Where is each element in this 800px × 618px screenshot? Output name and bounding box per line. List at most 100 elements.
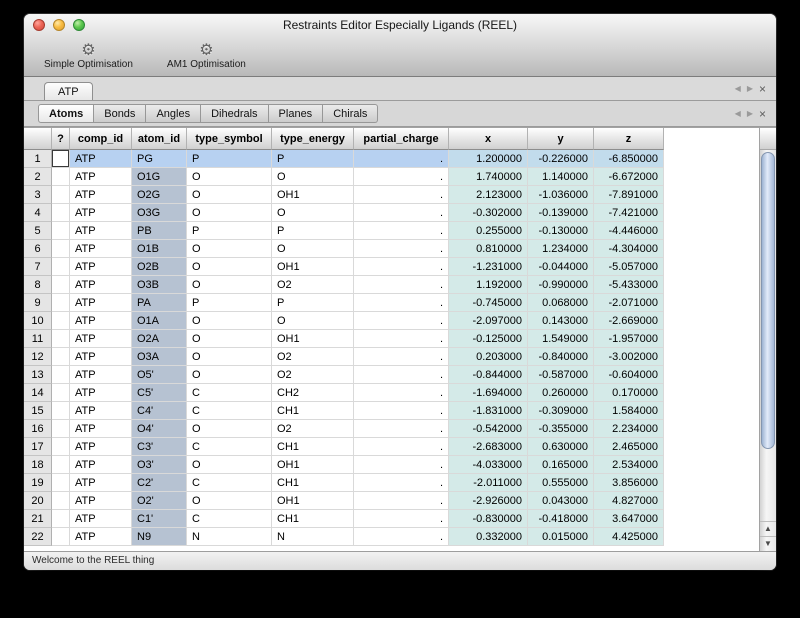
- cell-comp_id[interactable]: ATP: [70, 186, 132, 204]
- row-number[interactable]: 18: [24, 456, 52, 474]
- column-header-partial_charge[interactable]: partial_charge: [354, 128, 449, 150]
- cell-flag[interactable]: [52, 294, 70, 312]
- cell-flag[interactable]: [52, 330, 70, 348]
- cell-atom_id[interactable]: PB: [132, 222, 187, 240]
- cell-x[interactable]: 1.192000: [449, 276, 528, 294]
- cell-atom_id[interactable]: N9: [132, 528, 187, 546]
- cell-partial_charge[interactable]: .: [354, 492, 449, 510]
- cell-atom_id[interactable]: O2A: [132, 330, 187, 348]
- tab-scroll-right-icon[interactable]: ▶: [747, 109, 753, 119]
- cell-flag[interactable]: [52, 150, 70, 168]
- cell-type_symbol[interactable]: P: [187, 294, 272, 312]
- row-number[interactable]: 2: [24, 168, 52, 186]
- tab-scroll-right-icon[interactable]: ▶: [747, 84, 753, 94]
- cell-comp_id[interactable]: ATP: [70, 438, 132, 456]
- am1-optimisation-button[interactable]: ⚙ AM1 Optimisation: [159, 41, 254, 72]
- cell-type_symbol[interactable]: C: [187, 384, 272, 402]
- cell-atom_id[interactable]: O1A: [132, 312, 187, 330]
- cell-y[interactable]: 0.630000: [528, 438, 594, 456]
- row-number[interactable]: 16: [24, 420, 52, 438]
- scroll-up-icon[interactable]: ▲: [760, 521, 776, 536]
- row-number[interactable]: 15: [24, 402, 52, 420]
- cell-atom_id[interactable]: PA: [132, 294, 187, 312]
- cell-x[interactable]: -2.097000: [449, 312, 528, 330]
- cell-type_energy[interactable]: O: [272, 204, 354, 222]
- cell-type_energy[interactable]: OH1: [272, 330, 354, 348]
- cell-atom_id[interactable]: C1': [132, 510, 187, 528]
- cell-flag[interactable]: [52, 420, 70, 438]
- cell-partial_charge[interactable]: .: [354, 186, 449, 204]
- cell-type_symbol[interactable]: P: [187, 150, 272, 168]
- cell-atom_id[interactable]: O2B: [132, 258, 187, 276]
- cell-atom_id[interactable]: C2': [132, 474, 187, 492]
- cell-y[interactable]: -0.418000: [528, 510, 594, 528]
- cell-partial_charge[interactable]: .: [354, 402, 449, 420]
- cell-y[interactable]: -0.226000: [528, 150, 594, 168]
- column-header-y[interactable]: y: [528, 128, 594, 150]
- cell-y[interactable]: 0.143000: [528, 312, 594, 330]
- cell-type_energy[interactable]: OH1: [272, 492, 354, 510]
- cell-comp_id[interactable]: ATP: [70, 312, 132, 330]
- cell-x[interactable]: -2.683000: [449, 438, 528, 456]
- cell-type_energy[interactable]: OH1: [272, 258, 354, 276]
- scrollbar-thumb[interactable]: [761, 152, 775, 449]
- cell-y[interactable]: 0.165000: [528, 456, 594, 474]
- cell-flag[interactable]: [52, 438, 70, 456]
- cell-y[interactable]: 0.043000: [528, 492, 594, 510]
- cell-x[interactable]: -0.542000: [449, 420, 528, 438]
- cell-atom_id[interactable]: O1G: [132, 168, 187, 186]
- cell-partial_charge[interactable]: .: [354, 276, 449, 294]
- cell-atom_id[interactable]: PG: [132, 150, 187, 168]
- row-number[interactable]: 17: [24, 438, 52, 456]
- tab-atp[interactable]: ATP: [44, 82, 93, 100]
- cell-comp_id[interactable]: ATP: [70, 330, 132, 348]
- row-number[interactable]: 5: [24, 222, 52, 240]
- cell-type_symbol[interactable]: O: [187, 258, 272, 276]
- cell-partial_charge[interactable]: .: [354, 240, 449, 258]
- cell-flag[interactable]: [52, 276, 70, 294]
- cell-x[interactable]: -1.231000: [449, 258, 528, 276]
- cell-flag[interactable]: [52, 510, 70, 528]
- tab-angles[interactable]: Angles: [146, 104, 201, 123]
- cell-type_energy[interactable]: CH1: [272, 402, 354, 420]
- cell-x[interactable]: -2.926000: [449, 492, 528, 510]
- cell-type_symbol[interactable]: O: [187, 492, 272, 510]
- simple-optimisation-button[interactable]: ⚙ Simple Optimisation: [36, 41, 141, 72]
- tab-planes[interactable]: Planes: [269, 104, 324, 123]
- cell-type_energy[interactable]: O: [272, 240, 354, 258]
- cell-type_symbol[interactable]: O: [187, 186, 272, 204]
- cell-z[interactable]: -6.850000: [594, 150, 664, 168]
- cell-partial_charge[interactable]: .: [354, 510, 449, 528]
- cell-flag[interactable]: [52, 492, 70, 510]
- row-number[interactable]: 1: [24, 150, 52, 168]
- cell-partial_charge[interactable]: .: [354, 204, 449, 222]
- cell-z[interactable]: 2.534000: [594, 456, 664, 474]
- row-number[interactable]: 14: [24, 384, 52, 402]
- cell-type_energy[interactable]: O: [272, 168, 354, 186]
- row-number[interactable]: 19: [24, 474, 52, 492]
- cell-type_energy[interactable]: O2: [272, 366, 354, 384]
- tab-atoms[interactable]: Atoms: [38, 104, 94, 123]
- cell-y[interactable]: 0.068000: [528, 294, 594, 312]
- cell-y[interactable]: -0.587000: [528, 366, 594, 384]
- cell-x[interactable]: -0.125000: [449, 330, 528, 348]
- cell-type_symbol[interactable]: O: [187, 168, 272, 186]
- tab-close-icon[interactable]: ×: [759, 108, 766, 120]
- column-header-comp_id[interactable]: comp_id: [70, 128, 132, 150]
- cell-type_symbol[interactable]: O: [187, 366, 272, 384]
- cell-y[interactable]: -0.309000: [528, 402, 594, 420]
- cell-y[interactable]: -0.355000: [528, 420, 594, 438]
- cell-x[interactable]: -0.745000: [449, 294, 528, 312]
- cell-z[interactable]: -7.421000: [594, 204, 664, 222]
- cell-type_energy[interactable]: O2: [272, 276, 354, 294]
- cell-type_energy[interactable]: P: [272, 222, 354, 240]
- cell-x[interactable]: -4.033000: [449, 456, 528, 474]
- cell-atom_id[interactable]: O4': [132, 420, 187, 438]
- cell-flag[interactable]: [52, 402, 70, 420]
- tab-close-icon[interactable]: ×: [759, 83, 766, 95]
- cell-partial_charge[interactable]: .: [354, 330, 449, 348]
- cell-type_symbol[interactable]: C: [187, 474, 272, 492]
- cell-type_energy[interactable]: P: [272, 294, 354, 312]
- cell-partial_charge[interactable]: .: [354, 258, 449, 276]
- cell-z[interactable]: -4.446000: [594, 222, 664, 240]
